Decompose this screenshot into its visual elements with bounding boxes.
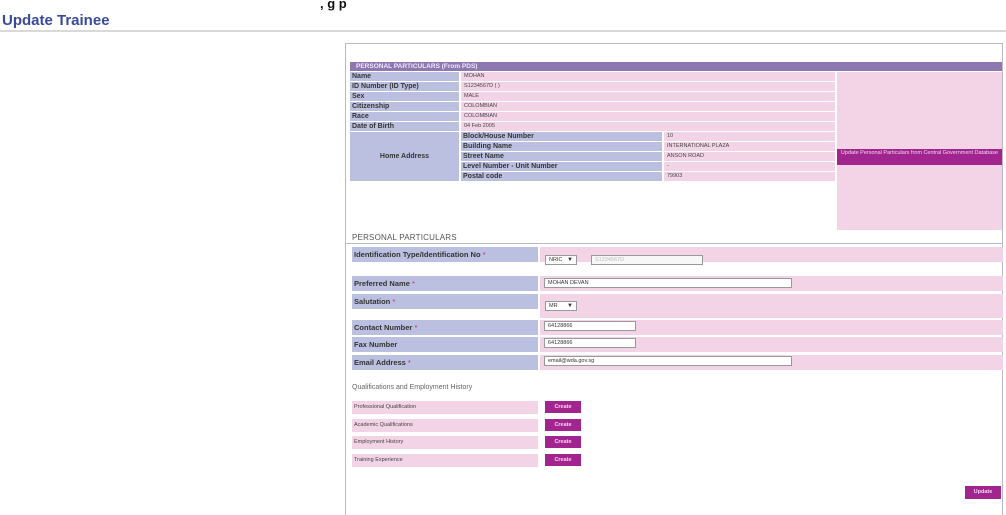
email-address-input[interactable]: email@wda.gov.sg — [544, 356, 792, 366]
salutation-label: Salutation * — [352, 294, 538, 309]
email-address-field-row: email@wda.gov.sg — [540, 355, 1003, 370]
pds-header-text: PERSONAL PARTICULARS (From PDS) — [356, 63, 478, 70]
address-value-level-unit: - — [664, 162, 835, 171]
create-employment-history-button[interactable]: Create — [545, 436, 581, 448]
preferred-name-field-row: MOHAN DEVAN — [540, 276, 1003, 291]
address-value-building: INTERNATIONAL PLAZA — [664, 142, 835, 151]
qualification-row-label: Employment History — [352, 436, 538, 449]
salutation-select[interactable]: MR ▼ — [545, 301, 577, 311]
qualification-row-label: Academic Qualifications — [352, 419, 538, 432]
salutation-label-text: Salutation — [354, 297, 391, 306]
pds-value-dob: 04 Feb 2005 — [461, 122, 835, 131]
fax-number-label: Fax Number — [352, 337, 538, 352]
pds-label-citizenship: Citizenship — [350, 102, 459, 111]
address-label-building: Building Name — [461, 142, 662, 151]
pds-label-name: Name — [350, 72, 459, 81]
preferred-name-label-text: Preferred Name — [354, 279, 410, 288]
address-value-block: 10 — [664, 132, 835, 141]
create-professional-qualification-button[interactable]: Create — [545, 401, 581, 413]
chevron-down-icon: ▼ — [567, 257, 573, 263]
qualification-row-label: Training Experience — [352, 454, 538, 467]
top-strip: , g p — [0, 0, 1006, 11]
email-address-label: Email Address * — [352, 355, 538, 370]
contact-number-field-row: 64128866 — [540, 320, 1003, 335]
fax-number-input[interactable]: 64128866 — [544, 338, 636, 348]
create-academic-qualifications-button[interactable]: Create — [545, 419, 581, 431]
pds-label-home-address: Home Address — [350, 132, 459, 181]
pds-label-race: Race — [350, 112, 459, 121]
id-type-select[interactable]: NRIC ▼ — [545, 255, 577, 265]
required-mark: * — [414, 323, 418, 332]
id-number-input[interactable]: S1234567D — [591, 255, 703, 265]
preferred-name-label: Preferred Name * — [352, 276, 538, 291]
update-button[interactable]: Update — [965, 486, 1001, 499]
required-mark: * — [392, 297, 396, 306]
id-type-field-row: NRIC ▼ S1234567D — [540, 247, 1003, 265]
qualification-row-label: Professional Qualification — [352, 401, 538, 414]
contact-number-label-text: Contact Number — [354, 323, 413, 332]
pds-label-id: ID Number (ID Type) — [350, 82, 459, 91]
fax-number-field-row: 64128866 — [540, 337, 1003, 352]
top-cut-text: , g p — [320, 0, 347, 11]
address-label-street: Street Name — [461, 152, 662, 161]
page-title: Update Trainee — [2, 12, 110, 29]
email-address-label-text: Email Address — [354, 358, 406, 367]
salutation-select-value: MR — [549, 303, 558, 309]
address-label-level-unit: Level Number - Unit Number — [461, 162, 662, 171]
qualifications-title: Qualifications and Employment History — [352, 384, 473, 391]
pds-label-sex: Sex — [350, 92, 459, 101]
create-training-experience-button[interactable]: Create — [545, 454, 581, 466]
address-label-postal: Postal code — [461, 172, 662, 181]
pds-value-name: MOHAN — [461, 72, 835, 81]
contact-number-label: Contact Number * — [352, 320, 538, 335]
address-value-street: ANSON ROAD — [664, 152, 835, 161]
title-divider — [0, 30, 1006, 32]
pds-value-race: COLOMBIAN — [461, 112, 835, 121]
required-mark: * — [407, 358, 411, 367]
pds-value-id: S1234567D ( ) — [461, 82, 835, 91]
address-label-block: Block/House Number — [461, 132, 662, 141]
chevron-down-icon: ▼ — [567, 303, 573, 309]
pds-header: PERSONAL PARTICULARS (From PDS) — [350, 62, 1002, 71]
address-value-postal: 79903 — [664, 172, 835, 181]
required-mark: * — [482, 250, 486, 259]
id-type-label: Identification Type/Identification No * — [352, 247, 538, 262]
required-mark: * — [411, 279, 415, 288]
id-type-select-value: NRIC — [549, 257, 563, 263]
contact-number-input[interactable]: 64128866 — [544, 321, 636, 331]
main-panel: PERSONAL PARTICULARS (From PDS) Name MOH… — [345, 43, 1003, 515]
section-divider — [346, 243, 1003, 244]
fax-number-label-text: Fax Number — [354, 340, 398, 349]
personal-particulars-title: PERSONAL PARTICULARS — [352, 233, 457, 242]
preferred-name-input[interactable]: MOHAN DEVAN — [544, 278, 792, 288]
salutation-field-row: MR ▼ — [540, 294, 1003, 318]
update-from-central-db-button[interactable]: Update Personal Particulars from Central… — [837, 149, 1002, 165]
pds-label-dob: Date of Birth — [350, 122, 459, 131]
pds-value-citizenship: COLOMBIAN — [461, 102, 835, 111]
id-type-label-text: Identification Type/Identification No — [354, 250, 481, 259]
pds-value-sex: MALE — [461, 92, 835, 101]
